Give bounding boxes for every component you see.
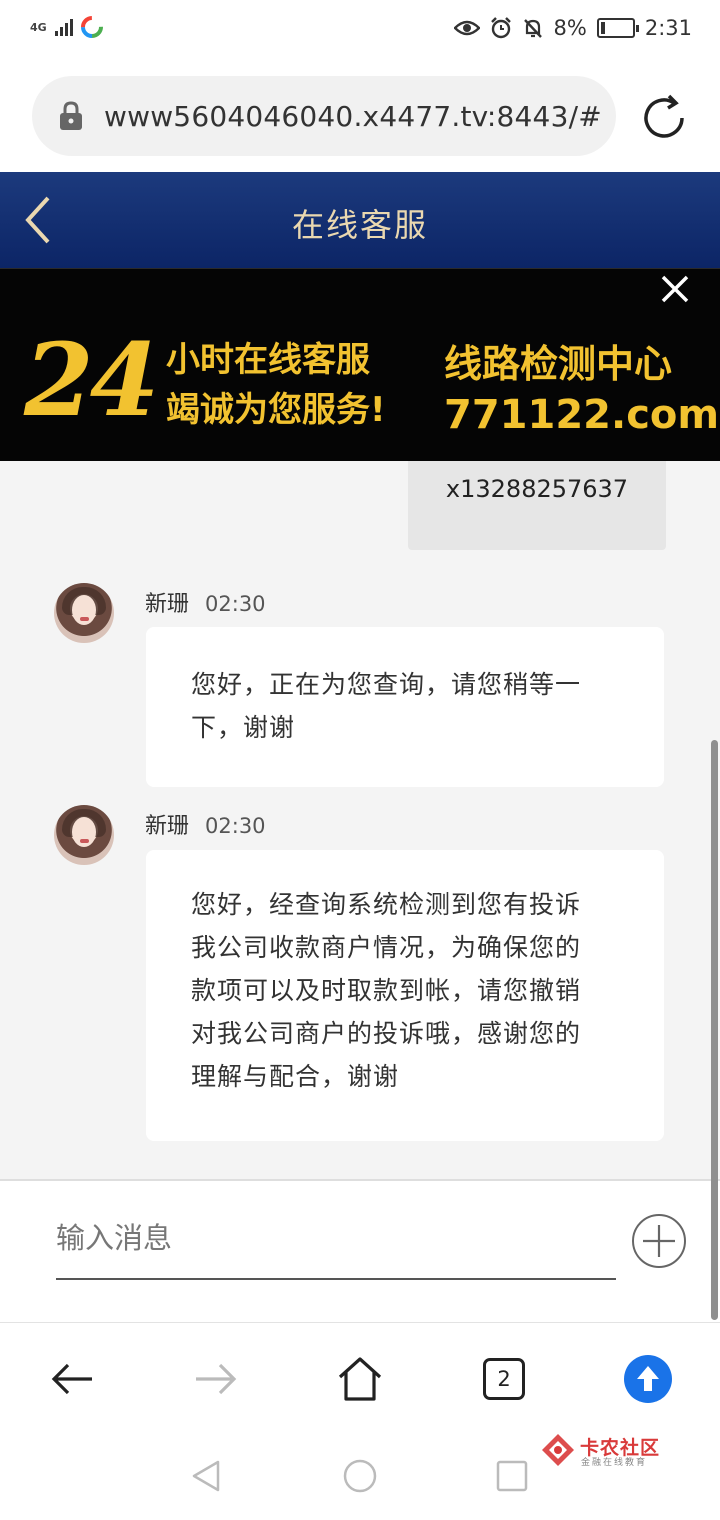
scrollbar[interactable]: [711, 740, 718, 1320]
agent-name: 新珊: [145, 592, 190, 617]
banner-right-line1: 线路检测中心: [444, 342, 673, 386]
alarm-icon: [490, 17, 511, 39]
avatar[interactable]: [54, 583, 114, 643]
message-bubble: 您好，经查询系统检测到您有投诉 我公司收款商户情况，为确保您的 款项可以及时取款…: [146, 850, 664, 1141]
battery-percent: 8%: [553, 16, 587, 40]
agent-name: 新珊: [145, 814, 190, 839]
message-line: 我公司收款商户情况，为确保您的: [191, 933, 582, 962]
banner-right-line2: 771122.com: [444, 392, 720, 438]
message-line: 下，谢谢: [191, 713, 296, 742]
eye-icon: [453, 20, 480, 36]
watermark-logo-icon: [542, 1434, 574, 1466]
url-text[interactable]: www5604046040.x4477.tv:8443/#: [104, 100, 602, 133]
lock-icon: [60, 101, 82, 130]
upload-icon: [637, 1366, 659, 1391]
page-header: 在线客服: [0, 172, 720, 268]
message-line: 您好，正在为您查询，请您稍等一: [191, 670, 582, 699]
address-bar-row: www5604046040.x4477.tv:8443/#: [0, 62, 720, 172]
status-bar: 4G 8% 2:31: [0, 0, 720, 62]
message-input[interactable]: [56, 1208, 616, 1280]
message-bubble: 您好，正在为您查询，请您稍等一 下，谢谢: [146, 627, 664, 787]
sent-message-text: x13288257637: [445, 475, 629, 503]
network-type: 4G: [30, 20, 47, 34]
message-time: 02:30: [205, 592, 266, 616]
message-meta: 新珊 02:30: [145, 586, 266, 618]
message-time: 02:30: [205, 814, 266, 838]
nav-home-icon[interactable]: [342, 1458, 378, 1494]
nav-back-icon[interactable]: [188, 1458, 224, 1494]
signal-icon: [54, 18, 73, 36]
banner-line2: 竭诚为您服务!: [166, 390, 386, 430]
mute-icon: [523, 19, 542, 38]
watermark-subtitle: 金融在线教育: [581, 1458, 648, 1468]
arrow-right-icon[interactable]: [192, 1355, 240, 1403]
banner-line1: 小时在线客服: [166, 340, 370, 380]
message-line: 理解与配合，谢谢: [191, 1062, 400, 1091]
clock: 2:31: [644, 16, 692, 40]
reload-icon[interactable]: [636, 90, 692, 146]
nav-recents-icon[interactable]: [494, 1458, 530, 1494]
plus-icon[interactable]: [631, 1213, 687, 1269]
sent-message-bubble: x13288257637: [408, 461, 666, 550]
arrow-left-icon[interactable]: [48, 1355, 96, 1403]
tab-count-button[interactable]: 2: [483, 1358, 525, 1400]
avatar[interactable]: [54, 805, 114, 865]
battery-icon: [596, 18, 639, 38]
message-meta: 新珊 02:30: [145, 808, 266, 840]
browser-window: 4G 8% 2:31 www5604046040.x4477.tv:8443/#…: [0, 0, 720, 1520]
page-title: 在线客服: [291, 206, 428, 244]
banner-number: 24: [24, 321, 159, 439]
app-notification-icon: [80, 16, 103, 38]
message-line: 款项可以及时取款到帐，请您撤销: [191, 976, 582, 1005]
message-line: 对我公司商户的投诉哦，感谢您的: [191, 1019, 582, 1048]
address-bar[interactable]: www5604046040.x4477.tv:8443/#: [32, 76, 616, 156]
home-icon[interactable]: [336, 1355, 384, 1403]
message-line: 您好，经查询系统检测到您有投诉: [191, 890, 582, 919]
upload-button[interactable]: [624, 1355, 672, 1403]
close-icon[interactable]: [656, 268, 694, 308]
